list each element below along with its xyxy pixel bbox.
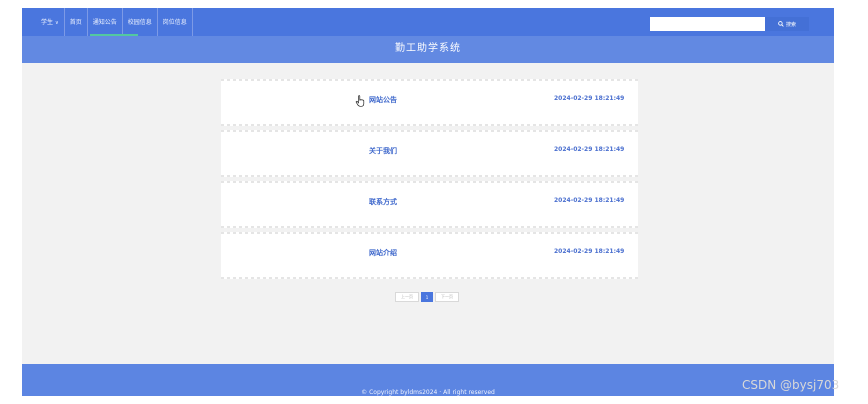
watermark: CSDN @bysj703: [742, 378, 840, 392]
notice-date: 2024-02-29 18:21:49: [554, 146, 625, 153]
nav-item-label: 校园信息: [127, 19, 152, 26]
nav-item-label: 通知公告: [92, 19, 117, 26]
nav-item-label: 首页: [69, 19, 82, 26]
notice-date: 2024-02-29 18:21:49: [554, 197, 625, 204]
search-button[interactable]: 搜索: [765, 17, 809, 31]
notice-title[interactable]: 联系方式: [369, 197, 397, 207]
prev-page-button[interactable]: 上一页: [395, 292, 419, 302]
notice-list: 网站公告 2024-02-29 18:21:49 关于我们 2024-02-29…: [221, 79, 638, 283]
notice-card[interactable]: 网站介绍 2024-02-29 18:21:49: [221, 232, 638, 279]
notice-date: 2024-02-29 18:21:49: [554, 248, 625, 255]
app-window: 学生 ∨ 首页 通知公告 校园信息 岗位信息 搜索 勤工助学系统 网站公告 20…: [22, 8, 834, 396]
next-page-button[interactable]: 下一页: [435, 292, 459, 302]
notice-title[interactable]: 关于我们: [369, 146, 397, 156]
main-nav: 学生 ∨ 首页 通知公告 校园信息 岗位信息: [36, 8, 193, 36]
search-bar: 搜索: [650, 17, 809, 31]
search-icon: [778, 21, 784, 27]
copyright-text: © Copyright byldms2024 · All right reser…: [361, 389, 495, 396]
chevron-down-icon: ∨: [55, 20, 59, 26]
notice-card[interactable]: 网站公告 2024-02-29 18:21:49: [221, 79, 638, 126]
nav-item-campus-info[interactable]: 校园信息: [123, 8, 158, 36]
notice-date: 2024-02-29 18:21:49: [554, 95, 625, 102]
nav-item-student-menu[interactable]: 学生 ∨: [36, 8, 65, 36]
search-input[interactable]: [650, 17, 765, 31]
notice-title[interactable]: 网站公告: [369, 95, 397, 105]
notice-card[interactable]: 联系方式 2024-02-29 18:21:49: [221, 181, 638, 228]
nav-item-notices[interactable]: 通知公告: [88, 8, 138, 36]
nav-item-label: 岗位信息: [162, 19, 187, 26]
footer: © Copyright byldms2024 · All right reser…: [22, 364, 834, 396]
nav-item-home[interactable]: 首页: [65, 8, 88, 36]
nav-item-label: 学生: [41, 19, 54, 26]
search-button-label: 搜索: [785, 21, 796, 28]
notice-title[interactable]: 网站介绍: [369, 248, 397, 258]
pagination: 上一页 1 下一页: [395, 292, 459, 302]
site-title-bar: 勤工助学系统: [22, 36, 834, 63]
site-title: 勤工助学系统: [395, 43, 461, 54]
page-number-button[interactable]: 1: [421, 292, 433, 302]
notice-card[interactable]: 关于我们 2024-02-29 18:21:49: [221, 130, 638, 177]
nav-item-job-info[interactable]: 岗位信息: [158, 8, 193, 36]
top-nav-bar: 学生 ∨ 首页 通知公告 校园信息 岗位信息 搜索: [22, 8, 834, 36]
hand-pointer-icon: [355, 95, 365, 107]
